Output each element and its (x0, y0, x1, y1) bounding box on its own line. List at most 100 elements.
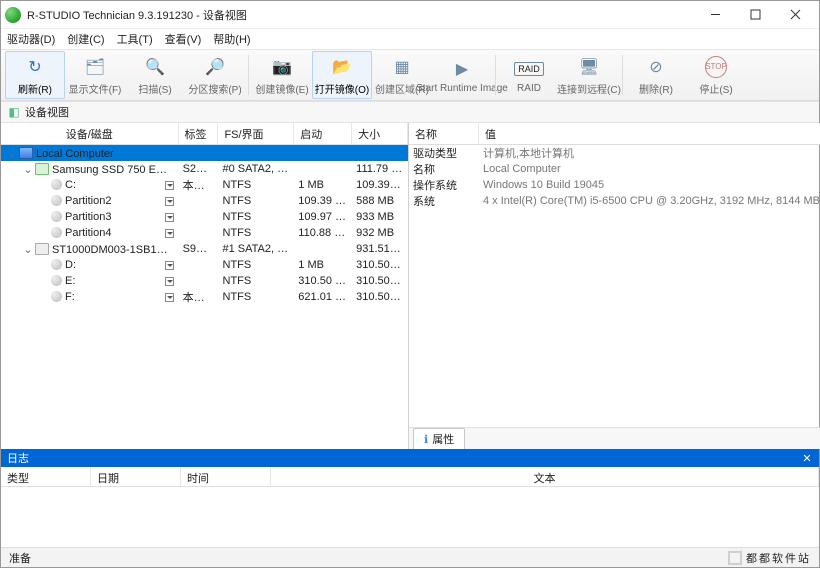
device-row[interactable]: ⌄ST1000DM003-1SB10C C...S9A0NESD#1 SATA2… (1, 241, 408, 257)
expand-icon[interactable]: ⌄ (23, 243, 33, 256)
toolbar-label: 连接到远程(C) (557, 81, 621, 96)
device-name: Partition4 (65, 227, 111, 239)
device-name: D: (65, 259, 76, 271)
device-columns: 设备/磁盘标签FS/界面启动大小 (1, 123, 408, 145)
device-row[interactable]: F:本地磁盘NTFS621.01 GB310.50 GB (1, 289, 408, 305)
toolbar-button[interactable]: RAIDRAID (499, 51, 559, 99)
info-icon: ℹ (424, 433, 428, 446)
property-value: 4 x Intel(R) Core(TM) i5-6500 CPU @ 3.20… (479, 195, 820, 207)
device-row[interactable]: Partition2NTFS109.39 GB588 MB (1, 193, 408, 209)
toolbar-icon: 🖥 (577, 55, 601, 79)
dropdown-icon[interactable] (165, 293, 174, 302)
menu-item[interactable]: 帮助(H) (213, 31, 250, 47)
device-tree: ⌄Local Computer⌄Samsung SSD 750 EVO 1...… (1, 145, 408, 449)
device-name: Samsung SSD 750 EVO 1... (52, 164, 179, 176)
device-name: Partition2 (65, 195, 111, 207)
right-tabbar: ℹ 属性 (409, 427, 820, 449)
device-row[interactable]: ⌄Samsung SSD 750 EVO 1...S2S6NWAH35...#0… (1, 161, 408, 177)
toolbar-button[interactable]: 🔍扫描(S) (125, 51, 185, 99)
log-columns: 类型日期时间文本 (1, 467, 819, 487)
device-view-icon: ◧ (7, 105, 21, 119)
menubar: 驱动器(D) 创建(C) 工具(T) 查看(V) 帮助(H) (1, 29, 819, 49)
app-icon (5, 7, 21, 23)
toolbar-button[interactable]: ↻刷新(R) (5, 51, 65, 99)
toolbar-button[interactable]: 🗂 显示文件(F) (65, 51, 125, 99)
log-column-header[interactable]: 文本 (271, 467, 819, 486)
log-column-header[interactable]: 时间 (181, 467, 271, 486)
property-row[interactable]: 驱动类型计算机,本地计算机 (409, 145, 820, 161)
close-button[interactable] (775, 2, 815, 28)
menu-item[interactable]: 驱动器(D) (7, 31, 55, 47)
property-key: 系统 (409, 193, 479, 209)
toolbar-button[interactable]: 🖥 连接到远程(C) (559, 51, 619, 99)
column-header[interactable]: 标签 (179, 123, 219, 144)
property-key: 名称 (409, 161, 479, 177)
device-tree-panel: 设备/磁盘标签FS/界面启动大小 ⌄Local Computer⌄Samsung… (1, 123, 409, 449)
column-header[interactable]: 值 (479, 123, 820, 144)
expand-icon[interactable]: ⌄ (23, 163, 33, 176)
device-name: ST1000DM003-1SB10C C... (52, 244, 179, 256)
tab-properties[interactable]: ℹ 属性 (413, 428, 465, 449)
device-name: E: (65, 275, 75, 287)
toolbar-button[interactable]: STOP停止(S) (686, 51, 746, 99)
column-header[interactable]: 名称 (409, 123, 479, 144)
property-key: 操作系统 (409, 177, 479, 193)
expand-icon[interactable]: ⌄ (7, 147, 17, 160)
toolbar-button[interactable]: 📂打开镜像(O) (312, 51, 372, 99)
toolbar-button[interactable]: ▶Start Runtime Image (432, 51, 492, 99)
device-row[interactable]: Partition3NTFS109.97 GB933 MB (1, 209, 408, 225)
toolbar-label: 删除(R) (639, 81, 673, 96)
dropdown-icon[interactable] (165, 181, 174, 190)
device-row[interactable]: C:本地磁盘NTFS1 MB109.39 GB (1, 177, 408, 193)
log-column-header[interactable]: 类型 (1, 467, 91, 486)
toolbar-icon: ⊘ (644, 55, 668, 79)
toolbar-icon: 🔎 (203, 55, 227, 79)
column-header[interactable]: 启动 (294, 123, 352, 144)
column-header[interactable]: 设备/磁盘 (1, 123, 179, 144)
statusbar: 准备 都都软件站 (1, 547, 819, 567)
dropdown-icon[interactable] (165, 213, 174, 222)
toolbar-label: 打开镜像(O) (315, 81, 369, 96)
property-row[interactable]: 系统4 x Intel(R) Core(TM) i5-6500 CPU @ 3.… (409, 193, 820, 209)
dropdown-icon[interactable] (165, 229, 174, 238)
log-close-icon[interactable]: ✕ (801, 452, 813, 464)
menu-item[interactable]: 创建(C) (67, 31, 104, 47)
toolbar-icon: 📷 (270, 55, 294, 79)
toolbar-label: 显示文件(F) (69, 81, 122, 96)
dropdown-icon[interactable] (165, 197, 174, 206)
toolbar-icon: 🗂 (83, 55, 107, 79)
log-column-header[interactable]: 日期 (91, 467, 181, 486)
property-value: Local Computer (479, 163, 820, 175)
device-row[interactable]: ⌄ Local Computer (1, 145, 408, 161)
toolbar-icon: STOP (704, 55, 728, 79)
device-name: Local Computer (36, 148, 114, 160)
dropdown-icon[interactable] (165, 277, 174, 286)
menu-item[interactable]: 查看(V) (165, 31, 202, 47)
property-row[interactable]: 操作系统Windows 10 Build 19045 (409, 177, 820, 193)
property-row[interactable]: 名称Local Computer (409, 161, 820, 177)
dropdown-icon[interactable] (165, 261, 174, 270)
column-header[interactable]: FS/界面 (218, 123, 294, 144)
device-row[interactable]: D:NTFS1 MB310.50 GB (1, 257, 408, 273)
vol-icon (51, 227, 62, 238)
pane-title-bar: ◧ 设备视图 (1, 101, 819, 123)
vol-icon (51, 195, 62, 206)
toolbar: ↻刷新(R) 🗂 显示文件(F)🔍扫描(S)🔎分区搜索(P)📷创建镜像(E)📂打开镜… (1, 49, 819, 101)
minimize-button[interactable] (695, 2, 735, 28)
property-value: Windows 10 Build 19045 (479, 179, 820, 191)
toolbar-button[interactable]: ⊘ 删除(R) (626, 51, 686, 99)
toolbar-button[interactable]: 📷创建镜像(E) (252, 51, 312, 99)
device-row[interactable]: E:NTFS310.50 GB310.50 GB (1, 273, 408, 289)
vol-icon (51, 179, 62, 190)
property-value: 计算机,本地计算机 (479, 145, 820, 161)
vol-icon (51, 291, 62, 302)
maximize-button[interactable] (735, 2, 775, 28)
toolbar-label: 扫描(S) (138, 81, 171, 96)
menu-item[interactable]: 工具(T) (117, 31, 153, 47)
toolbar-icon: ▦ (390, 55, 414, 79)
toolbar-button[interactable]: 🔎分区搜索(P) (185, 51, 245, 99)
pc-icon (19, 147, 33, 159)
toolbar-label: RAID (517, 83, 541, 94)
column-header[interactable]: 大小 (352, 123, 408, 144)
device-row[interactable]: Partition4NTFS110.88 GB932 MB (1, 225, 408, 241)
